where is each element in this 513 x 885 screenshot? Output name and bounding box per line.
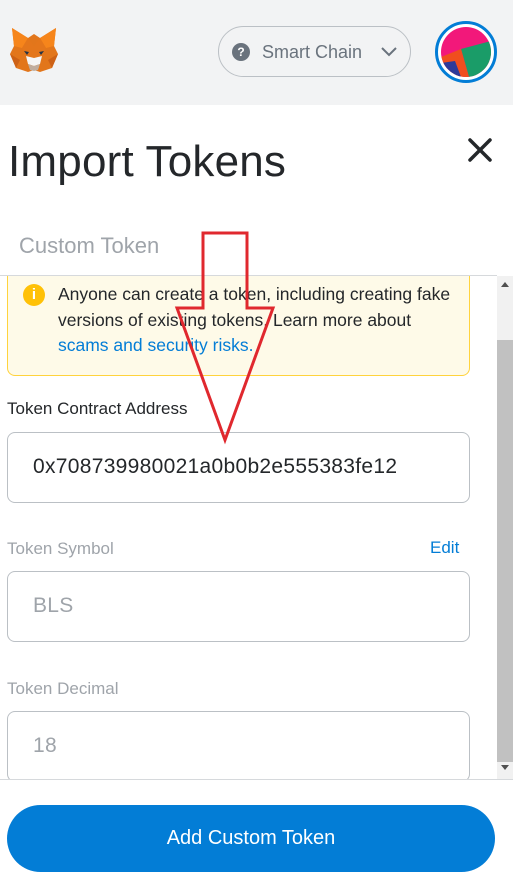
info-icon: i bbox=[23, 284, 45, 306]
contract-address-value: 0x708739980021a0b0b2e555383fe12 bbox=[33, 455, 398, 478]
token-symbol-label: Token Symbol bbox=[7, 539, 114, 558]
close-icon[interactable] bbox=[464, 134, 496, 166]
token-decimal-value: 18 bbox=[33, 734, 57, 757]
token-symbol-value: BLS bbox=[33, 594, 74, 617]
scroll-up-arrow-icon[interactable] bbox=[501, 282, 509, 287]
contract-address-input[interactable]: 0x708739980021a0b0b2e555383fe12 bbox=[7, 432, 470, 503]
account-avatar[interactable] bbox=[435, 21, 497, 83]
token-decimal-input[interactable]: 18 bbox=[7, 711, 470, 779]
token-decimal-label: Token Decimal bbox=[7, 679, 119, 698]
token-symbol-input[interactable]: BLS bbox=[7, 571, 470, 642]
warning-message: Anyone can create a token, including cre… bbox=[58, 284, 451, 330]
page-title: Import Tokens bbox=[8, 137, 287, 186]
app-header: ? Smart Chain bbox=[0, 0, 513, 105]
scrollbar-thumb[interactable] bbox=[497, 340, 513, 762]
scams-security-link[interactable]: scams and security risks. bbox=[58, 335, 253, 355]
question-icon: ? bbox=[232, 43, 250, 61]
tab-custom-token[interactable]: Custom Token bbox=[19, 233, 159, 259]
chevron-down-icon bbox=[381, 47, 397, 57]
form-scroll-area[interactable]: i Anyone can create a token, including c… bbox=[0, 276, 497, 779]
warning-text: Anyone can create a token, including cre… bbox=[58, 282, 458, 359]
scroll-down-arrow-icon[interactable] bbox=[501, 765, 509, 770]
contract-address-label: Token Contract Address bbox=[7, 399, 188, 418]
network-selector[interactable]: ? Smart Chain bbox=[218, 26, 411, 77]
metamask-fox-logo bbox=[10, 28, 58, 72]
add-custom-token-button[interactable]: Add Custom Token bbox=[7, 805, 495, 872]
network-name: Smart Chain bbox=[262, 42, 363, 62]
warning-banner: i Anyone can create a token, including c… bbox=[7, 276, 470, 376]
scrollbar[interactable] bbox=[497, 276, 513, 779]
edit-symbol-link[interactable]: Edit bbox=[430, 538, 459, 558]
identicon bbox=[441, 27, 491, 77]
footer-divider bbox=[0, 779, 513, 780]
